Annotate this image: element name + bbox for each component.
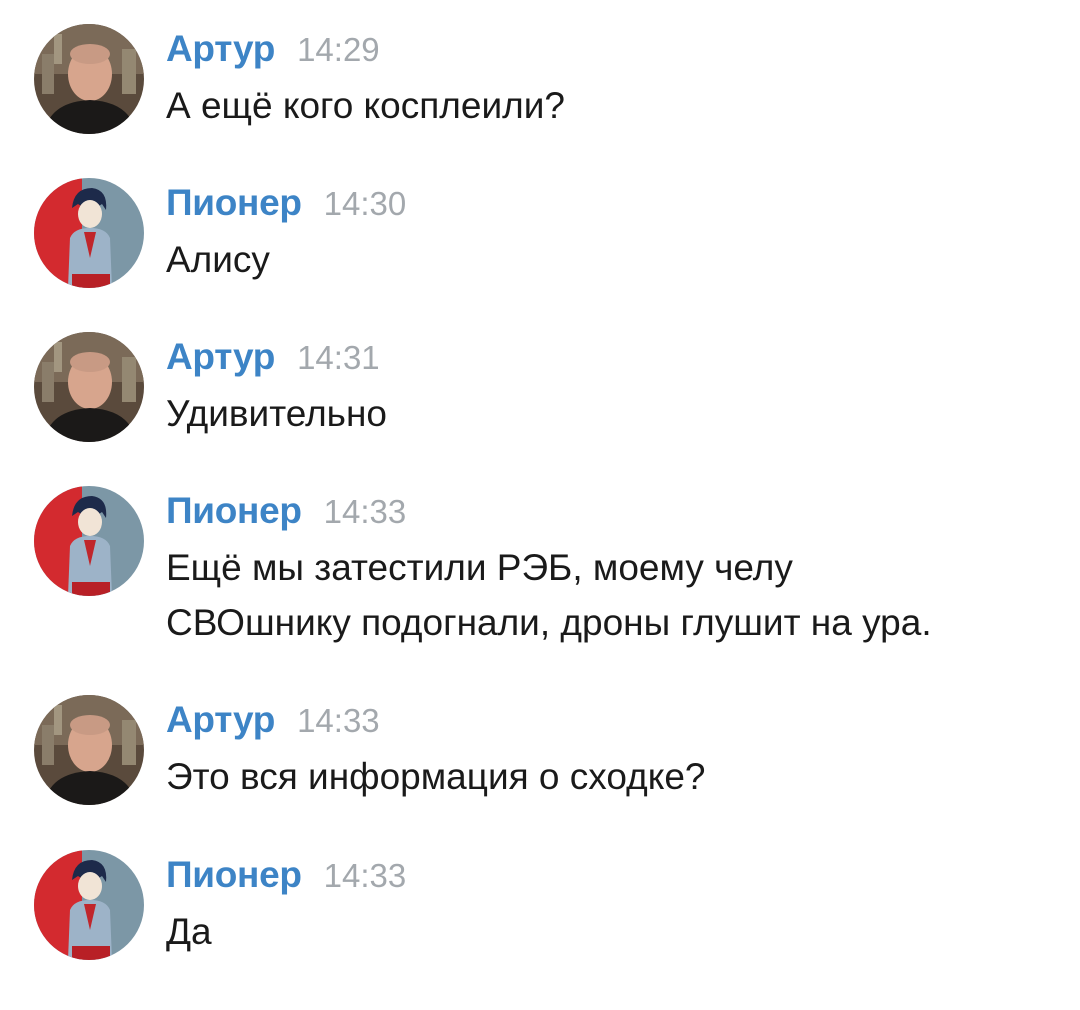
message-time: 14:29 [297, 31, 380, 68]
message-header: Артур 14:33 [166, 699, 380, 741]
user-avatar[interactable] [34, 178, 144, 288]
message-time: 14:31 [297, 339, 380, 376]
message-text: Алису [166, 239, 270, 280]
user-avatar[interactable] [34, 850, 144, 960]
man-photo-avatar-icon [34, 332, 144, 442]
message-header: Пионер 14:33 [166, 490, 406, 532]
message-header: Артур 14:29 [166, 28, 380, 70]
author-name[interactable]: Пионер [166, 854, 302, 895]
message-time: 14:33 [297, 702, 380, 739]
author-name[interactable]: Пионер [166, 490, 302, 531]
pioneer-avatar-icon [34, 486, 144, 596]
man-photo-avatar-icon [34, 24, 144, 134]
user-avatar[interactable] [34, 332, 144, 442]
message-time: 14:30 [323, 185, 407, 222]
message-text: А ещё кого косплеили? [166, 85, 565, 126]
author-name[interactable]: Артур [166, 336, 275, 377]
author-name[interactable]: Артур [166, 28, 275, 69]
message-text: Да [166, 911, 212, 952]
message-text: Это вся информация о сходке? [166, 756, 706, 797]
message-time: 14:33 [323, 493, 407, 530]
message-text: Ещё мы затестили РЭБ, моему челу СВОшник… [166, 547, 932, 643]
message-time: 14:33 [323, 857, 407, 894]
man-photo-avatar-icon [34, 695, 144, 805]
pioneer-avatar-icon [34, 850, 144, 960]
message-header: Артур 14:31 [166, 336, 380, 378]
user-avatar[interactable] [34, 24, 144, 134]
message-text: Удивительно [166, 393, 387, 434]
message-header: Пионер 14:30 [166, 182, 406, 224]
user-avatar[interactable] [34, 486, 144, 596]
user-avatar[interactable] [34, 695, 144, 805]
author-name[interactable]: Пионер [166, 182, 302, 223]
message-header: Пионер 14:33 [166, 854, 406, 896]
pioneer-avatar-icon [34, 178, 144, 288]
author-name[interactable]: Артур [166, 699, 275, 740]
